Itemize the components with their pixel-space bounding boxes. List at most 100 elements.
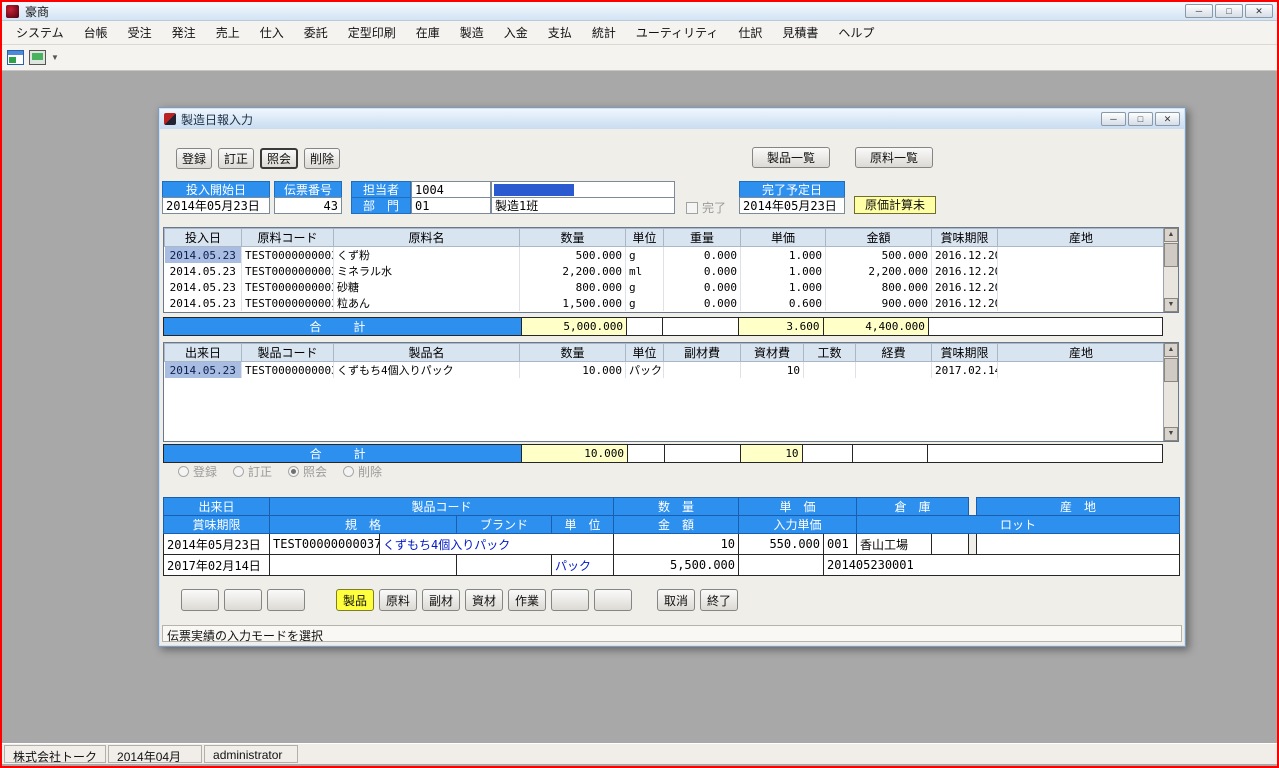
dept-code-field[interactable]: 01 — [411, 197, 491, 214]
cell[interactable]: 2,200.000 — [826, 263, 932, 279]
cell[interactable]: 1,500.000 — [520, 295, 626, 311]
cell[interactable]: g — [626, 279, 664, 295]
cell[interactable] — [998, 279, 1165, 295]
cell[interactable]: 0.000 — [664, 247, 741, 264]
menu-item[interactable]: 発注 — [162, 20, 206, 45]
scroll-up-icon[interactable]: ▲ — [1164, 228, 1178, 242]
detail-date-field[interactable]: 2014年05月23日 — [164, 534, 270, 555]
cell[interactable]: 2014.05.23 — [165, 247, 242, 264]
cell[interactable]: TEST00000000037 — [242, 362, 334, 379]
finish-date-field[interactable]: 2014年05月23日 — [739, 197, 845, 214]
dialog-minimize-button[interactable]: ─ — [1101, 112, 1126, 126]
cell[interactable]: TEST00000000033 — [242, 263, 334, 279]
blank-button[interactable] — [224, 589, 262, 611]
display-icon[interactable] — [29, 50, 46, 65]
detail-warehouse-code-field[interactable]: 001 — [824, 534, 857, 555]
cell[interactable] — [998, 247, 1165, 264]
blank-button[interactable] — [594, 589, 632, 611]
menu-item[interactable]: 製造 — [450, 20, 494, 45]
inquiry-button[interactable]: 照会 — [260, 148, 298, 169]
detail-spec-field[interactable] — [270, 555, 457, 576]
detail-lot-field[interactable]: 201405230001 — [824, 555, 1180, 576]
cell[interactable]: TEST00000000034 — [242, 279, 334, 295]
detail-empty-field[interactable] — [932, 534, 969, 555]
cell[interactable]: 2014.05.23 — [165, 362, 242, 379]
detail-warehouse-name-field[interactable]: 香山工場 — [857, 534, 932, 555]
scroll-down-icon[interactable]: ▼ — [1164, 427, 1178, 441]
close-button[interactable]: ✕ — [1245, 4, 1273, 18]
table-row[interactable]: 2014.05.23TEST00000000037くずもち4個入りパック10.0… — [165, 362, 1165, 379]
cell[interactable]: 2016.12.20 — [932, 263, 998, 279]
done-checkbox[interactable] — [686, 202, 698, 214]
cell[interactable]: 2016.12.20 — [932, 295, 998, 311]
menu-item[interactable]: 仕訳 — [728, 20, 772, 45]
blank-button[interactable] — [551, 589, 589, 611]
detail-expiry-field[interactable]: 2017年02月14日 — [164, 555, 270, 576]
work-button[interactable]: 作業 — [508, 589, 546, 611]
dialog-close-button[interactable]: ✕ — [1155, 112, 1180, 126]
scroll-thumb[interactable] — [1164, 358, 1178, 382]
menu-item[interactable]: 定型印刷 — [338, 20, 406, 45]
cell[interactable]: 2017.02.14 — [932, 362, 998, 379]
menu-item[interactable]: 統計 — [582, 20, 626, 45]
cell[interactable]: 0.000 — [664, 263, 741, 279]
table-row[interactable]: 2014.05.23TEST00000000032くず粉500.000g0.00… — [165, 247, 1165, 264]
menu-item[interactable]: システム — [6, 20, 74, 45]
cell[interactable]: 2014.05.23 — [165, 295, 242, 311]
submaterial-button[interactable]: 副材 — [422, 589, 460, 611]
menu-item[interactable]: 受注 — [118, 20, 162, 45]
cell[interactable]: 500.000 — [826, 247, 932, 264]
menu-item[interactable]: 仕入 — [250, 20, 294, 45]
detail-origin-field[interactable] — [977, 534, 1180, 555]
radio-delete[interactable] — [343, 466, 354, 477]
register-button[interactable]: 登録 — [176, 148, 212, 169]
start-date-field[interactable]: 2014年05月23日 — [162, 197, 270, 214]
cell[interactable]: 10 — [741, 362, 804, 379]
cell[interactable]: 2,200.000 — [520, 263, 626, 279]
menu-item[interactable]: ヘルプ — [828, 20, 884, 45]
cell[interactable]: 1.000 — [741, 247, 826, 264]
cell[interactable]: 砂糖 — [334, 279, 520, 295]
cell[interactable]: 粒あん — [334, 295, 520, 311]
menu-item[interactable]: 台帳 — [74, 20, 118, 45]
blank-button[interactable] — [267, 589, 305, 611]
materials-scrollbar[interactable]: ▲ ▼ — [1163, 228, 1178, 312]
cell[interactable]: 0.000 — [664, 295, 741, 311]
modify-button[interactable]: 訂正 — [218, 148, 254, 169]
cell[interactable] — [664, 362, 741, 379]
cell[interactable]: 1.000 — [741, 263, 826, 279]
cell[interactable]: 2016.12.20 — [932, 247, 998, 264]
table-row[interactable]: 2014.05.23TEST00000000033ミネラル水2,200.000m… — [165, 263, 1165, 279]
detail-brand-field[interactable] — [457, 555, 552, 576]
radio-inquiry[interactable] — [288, 466, 299, 477]
cell[interactable] — [998, 362, 1165, 379]
detail-product-code-field[interactable]: TEST00000000037 — [270, 534, 380, 555]
dept-name-field[interactable]: 製造1班 — [491, 197, 675, 214]
cell[interactable]: g — [626, 295, 664, 311]
radio-modify[interactable] — [233, 466, 244, 477]
cell[interactable]: 500.000 — [520, 247, 626, 264]
scroll-thumb[interactable] — [1164, 243, 1178, 267]
menu-item[interactable]: 入金 — [494, 20, 538, 45]
cell[interactable] — [804, 362, 856, 379]
delete-button[interactable]: 削除 — [304, 148, 340, 169]
exit-button[interactable]: 終了 — [700, 589, 738, 611]
cell[interactable]: パック — [626, 362, 664, 379]
scroll-up-icon[interactable]: ▲ — [1164, 343, 1178, 357]
detail-amount-field[interactable]: 5,500.000 — [614, 555, 739, 576]
detail-input-price-field[interactable] — [739, 555, 824, 576]
cell[interactable]: 0.000 — [664, 279, 741, 295]
dialog-maximize-button[interactable]: □ — [1128, 112, 1153, 126]
cell[interactable]: 0.600 — [741, 295, 826, 311]
cost-status-badge[interactable]: 原価計算未 — [854, 196, 936, 214]
menu-item[interactable]: 見積書 — [772, 20, 828, 45]
staff-code-field[interactable]: 1004 — [411, 181, 491, 198]
maximize-button[interactable]: □ — [1215, 4, 1243, 18]
minimize-button[interactable]: ─ — [1185, 4, 1213, 18]
cell[interactable]: 800.000 — [520, 279, 626, 295]
new-document-icon[interactable] — [7, 50, 24, 65]
products-scrollbar[interactable]: ▲ ▼ — [1163, 343, 1178, 441]
staff-name-field[interactable] — [491, 181, 675, 198]
product-button[interactable]: 製品 — [336, 589, 374, 611]
detail-product-name-field[interactable]: くずもち4個入りパック — [380, 534, 614, 555]
